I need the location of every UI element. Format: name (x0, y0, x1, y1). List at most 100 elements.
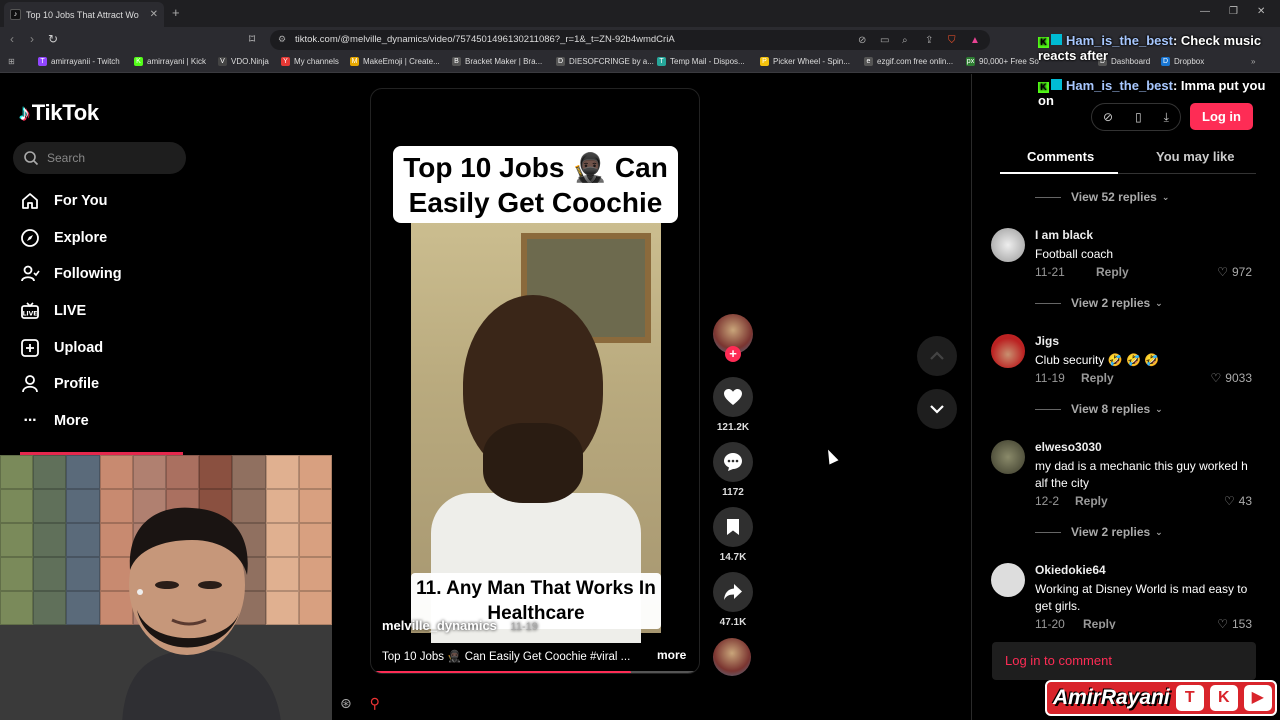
comment-username[interactable]: elweso3030 (1035, 440, 1102, 454)
svg-text:LIVE: LIVE (23, 311, 38, 318)
reply-button[interactable]: Reply (1081, 371, 1114, 385)
bookmark-favicon-icon: B (452, 57, 461, 66)
reply-button[interactable]: Reply (1083, 617, 1116, 629)
apps-grid-icon[interactable]: ⊞ (8, 57, 15, 66)
chat-message: K Ham_is_the_best: Check music reacts aft… (1038, 33, 1278, 63)
browser-tab[interactable]: ♪ Top 10 Jobs That Attract Wo ✕ (4, 2, 164, 27)
bookmark-favicon-icon: V (218, 57, 227, 66)
previous-video-button[interactable] (917, 336, 957, 376)
site-info-icon[interactable]: ⚙ (278, 34, 286, 45)
collage-tile (0, 489, 34, 523)
comment-username[interactable]: Okiedokie64 (1035, 563, 1106, 577)
video-author[interactable]: melville_dynamics 11-19 (382, 618, 538, 633)
share-button[interactable]: 47.1K (712, 572, 754, 628)
reload-icon[interactable]: ↻ (48, 32, 58, 46)
nav-label: More (54, 413, 89, 429)
sound-avatar[interactable] (713, 638, 751, 676)
comment-like[interactable]: ♡ 9033 (1211, 371, 1252, 385)
tray-pin-icon[interactable]: ⚲ (370, 695, 380, 711)
commenter-avatar[interactable] (991, 563, 1025, 597)
tray-app-icon[interactable]: ⊛ (340, 695, 352, 711)
no-camera-icon[interactable]: ⊘ (858, 35, 866, 46)
nav-following[interactable]: Following (20, 262, 122, 286)
search-input[interactable]: Search (13, 142, 186, 174)
save-button[interactable]: 14.7K (712, 507, 754, 563)
nav-for-you[interactable]: For You (20, 189, 107, 213)
view-replies-1[interactable]: View 2 replies ⌄ (1035, 296, 1163, 310)
view-replies-0[interactable]: View 52 replies ⌄ (1035, 190, 1169, 204)
bookmark-item[interactable]: Tamirrayanii - Twitch (38, 57, 120, 66)
commenter-avatar[interactable] (991, 228, 1025, 262)
comment-like[interactable]: ♡ 43 (1224, 494, 1252, 508)
share-icon[interactable]: ⇪ (925, 35, 933, 46)
bookmark-favicon-icon: K (134, 57, 143, 66)
coin-icon[interactable]: ⊘ (1103, 110, 1113, 124)
commenter-avatar[interactable] (991, 334, 1025, 368)
comment-like[interactable]: ♡ 972 (1217, 265, 1252, 279)
tiktok-favicon-icon: ♪ (10, 9, 21, 20)
maximize-icon[interactable]: ❐ (1229, 6, 1238, 17)
comment-text: Football coach (1035, 247, 1114, 261)
nav-upload[interactable]: Upload (20, 336, 103, 360)
nav-more[interactable]: ··· More (20, 409, 89, 433)
tab-comments[interactable]: Comments (1027, 149, 1094, 164)
bookmark-item[interactable]: T Temp Mail - Dispos... (657, 57, 745, 66)
view-replies-2[interactable]: View 8 replies ⌄ (1035, 402, 1163, 416)
comment-like[interactable]: ♡ 153 (1217, 617, 1252, 629)
bookmark-item[interactable]: Y My channels (281, 57, 339, 66)
back-icon[interactable]: ‹ (10, 32, 14, 46)
bookmark-item[interactable]: Kamirrayani | Kick (134, 57, 206, 66)
nav-profile[interactable]: Profile (20, 372, 99, 396)
subscriber-badge-icon (1051, 79, 1062, 90)
heart-outline-icon: ♡ (1210, 371, 1222, 385)
comment-username[interactable]: I am black (1035, 228, 1093, 242)
next-video-button[interactable] (917, 389, 957, 429)
more-button[interactable]: more (657, 648, 686, 662)
forward-icon[interactable]: › (30, 32, 34, 46)
upload-icon (20, 338, 40, 358)
video-player[interactable]: Top 10 Jobs 🥷🏿 Can Easily Get Coochie 11… (370, 88, 700, 674)
new-tab-button[interactable]: + (172, 5, 180, 20)
close-window-icon[interactable]: ✕ (1257, 6, 1265, 17)
bookmark-page-icon[interactable]: ⌑ (249, 32, 255, 46)
bookmark-item[interactable]: e ezgif.com free onlin... (864, 57, 953, 66)
comment-username[interactable]: Jigs (1035, 334, 1059, 348)
collage-tile (33, 523, 67, 557)
video-progress-bar[interactable] (375, 671, 695, 673)
brave-shield-icon[interactable]: ⛉ (948, 35, 956, 46)
collage-tile (265, 455, 299, 489)
streamer-brand-banner: AmirRayani T K ▶ (1045, 680, 1277, 716)
close-tab-icon[interactable]: ✕ (150, 9, 158, 20)
bookmark-item[interactable]: P Picker Wheel - Spin... (760, 57, 850, 66)
reply-button[interactable]: Reply (1096, 265, 1129, 279)
nav-explore[interactable]: Explore (20, 226, 107, 250)
tab-title: Top 10 Jobs That Attract Wo (26, 9, 139, 20)
url-text: tiktok.com/@melville_dynamics/video/7574… (295, 34, 675, 45)
device-icon[interactable]: ▯ (1135, 110, 1142, 124)
bookmark-favicon-icon: P (760, 57, 769, 66)
tiktok-logo[interactable]: ♪ TikTok (19, 100, 99, 126)
like-button[interactable]: 121.2K (712, 377, 754, 433)
bookmark-item[interactable]: V VDO.Ninja (218, 57, 269, 66)
reply-button[interactable]: Reply (1075, 494, 1108, 508)
login-to-comment-button[interactable]: Log in to comment (992, 642, 1256, 680)
zoom-icon[interactable]: ⌕ (902, 35, 908, 46)
cast-icon[interactable]: ▭ (880, 35, 889, 46)
comment-button[interactable]: 1172 (712, 442, 754, 498)
bookmark-label: 90,000+ Free So (979, 57, 1039, 66)
minimize-icon[interactable]: — (1200, 6, 1210, 17)
bookmark-item[interactable]: px 90,000+ Free So (966, 57, 1039, 66)
bookmark-item[interactable]: M MakeEmoji | Create... (350, 57, 440, 66)
nav-label: Explore (54, 230, 108, 246)
follow-plus-button[interactable]: + (725, 346, 741, 362)
commenter-avatar[interactable] (991, 440, 1025, 474)
view-replies-3[interactable]: View 2 replies ⌄ (1035, 525, 1163, 539)
collage-tile (33, 557, 67, 591)
nav-live[interactable]: LIVE LIVE (20, 299, 86, 323)
more-icon: ··· (23, 412, 38, 429)
download-icon[interactable]: ⤓ (1164, 110, 1169, 125)
bookmark-item[interactable]: D DIESOFCRINGE by a... (556, 57, 654, 66)
bookmark-item[interactable]: B Bracket Maker | Bra... (452, 57, 542, 66)
tab-you-may-like[interactable]: You may like (1156, 149, 1235, 164)
brave-rewards-icon[interactable]: ▲ (970, 35, 980, 46)
